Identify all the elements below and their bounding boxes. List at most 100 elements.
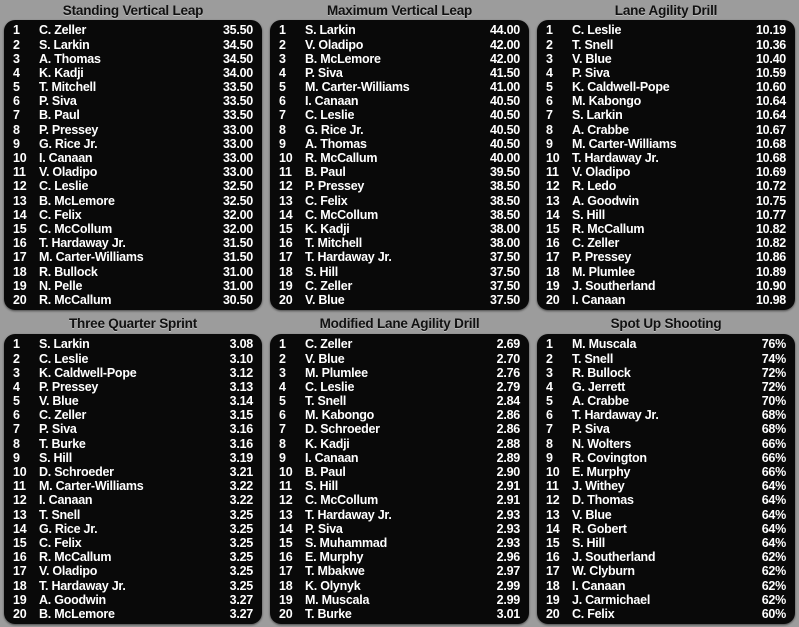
table-row: 2 C. Leslie 3.10	[13, 351, 253, 366]
rank-cell: 9	[546, 136, 553, 151]
player-name-cell: C. Zeller	[572, 236, 620, 251]
rank-cell: 16	[13, 236, 27, 251]
player-name-cell: I. Canaan	[305, 94, 359, 109]
player-name-cell: M. Carter-Williams	[39, 250, 144, 265]
result-value-cell: 72%	[761, 365, 787, 380]
player-name-cell: T. Hardaway Jr.	[39, 236, 126, 251]
result-value-cell: 10.82	[755, 221, 786, 236]
rank-cell: 18	[13, 264, 27, 279]
result-value-cell: 38.50	[489, 179, 520, 194]
table-row: 11 J. Withey 64%	[546, 479, 786, 493]
table-row: 9 I. Canaan 2.89	[279, 451, 520, 465]
result-value-cell: 33.00	[222, 122, 253, 137]
rank-cell: 9	[279, 136, 286, 151]
player-name-cell: T. Mitchell	[305, 236, 362, 251]
table-row: 11 V. Oladipo 33.00	[13, 165, 253, 179]
player-name-cell: R. Gobert	[572, 521, 627, 536]
table-row: 16 E. Murphy 2.96	[279, 550, 520, 564]
result-value-cell: 34.00	[222, 65, 253, 80]
result-value-cell: 2.69	[496, 337, 521, 352]
player-name-cell: J. Southerland	[572, 278, 656, 293]
rank-cell: 14	[279, 207, 293, 222]
leaderboard-panel: Lane Agility Drill 1 C. Leslie 10.19 2 T. Sne…	[533, 0, 799, 313]
rank-cell: 13	[279, 193, 293, 208]
player-name-cell: R. Bullock	[572, 365, 631, 380]
rank-cell: 18	[279, 578, 293, 593]
table-row: 12 R. Ledo 10.72	[546, 179, 786, 193]
player-name-cell: A. Goodwin	[39, 592, 106, 607]
player-name-cell: V. Blue	[305, 292, 345, 307]
rank-cell: 16	[279, 236, 293, 251]
player-name-cell: I. Canaan	[572, 578, 626, 593]
table-row: 17 P. Pressey 10.86	[546, 250, 786, 264]
table-row: 6 M. Kabongo 2.86	[279, 408, 520, 422]
result-value-cell: 2.84	[496, 394, 521, 409]
rank-cell: 12	[546, 179, 560, 194]
player-name-cell: C. Felix	[572, 606, 615, 621]
player-name-cell: B. Paul	[39, 108, 80, 123]
rank-cell: 4	[279, 379, 286, 394]
table-row: 13 T. Hardaway Jr. 2.93	[279, 508, 520, 522]
rank-cell: 4	[13, 379, 20, 394]
result-value-cell: 37.50	[489, 292, 520, 307]
result-value-cell: 38.50	[489, 207, 520, 222]
result-value-cell: 33.50	[222, 80, 253, 95]
rank-cell: 16	[279, 550, 293, 565]
result-value-cell: 76%	[761, 337, 787, 352]
table-row: 13 B. McLemore 32.50	[13, 194, 253, 208]
rank-cell: 20	[546, 292, 560, 307]
result-value-cell: 2.89	[496, 450, 521, 465]
player-name-cell: N. Wolters	[572, 436, 632, 451]
result-value-cell: 3.25	[229, 535, 254, 550]
result-value-cell: 3.27	[229, 592, 254, 607]
rank-cell: 14	[546, 207, 560, 222]
table-row: 5 V. Blue 3.14	[13, 394, 253, 408]
panel-title: Maximum Vertical Leap	[326, 3, 473, 18]
rank-cell: 15	[13, 221, 27, 236]
rank-cell: 5	[13, 394, 20, 409]
player-name-cell: V. Blue	[39, 394, 79, 409]
rank-cell: 9	[13, 450, 20, 465]
result-value-cell: 2.93	[496, 535, 521, 550]
rank-cell: 19	[546, 278, 560, 293]
player-name-cell: T. Hardaway Jr.	[572, 151, 659, 166]
result-value-cell: 3.25	[229, 564, 254, 579]
player-name-cell: C. Felix	[305, 193, 348, 208]
table-row: 17 W. Clyburn 62%	[546, 564, 786, 578]
result-value-cell: 33.00	[222, 151, 253, 166]
player-name-cell: M. Kabongo	[572, 94, 642, 109]
result-value-cell: 3.27	[229, 606, 254, 621]
rank-cell: 5	[279, 80, 286, 95]
table-row: 8 G. Rice Jr. 40.50	[279, 123, 520, 137]
table-row: 8 T. Burke 3.16	[13, 437, 253, 451]
rank-cell: 10	[279, 151, 293, 166]
table-row: 2 V. Blue 2.70	[279, 351, 520, 366]
result-value-cell: 3.25	[229, 550, 254, 565]
result-value-cell: 3.15	[229, 408, 254, 423]
table-row: 19 M. Muscala 2.99	[279, 593, 520, 607]
table-row: 13 A. Goodwin 10.75	[546, 194, 786, 208]
table-row: 3 A. Thomas 34.50	[13, 52, 253, 66]
table-row: 3 K. Caldwell-Pope 3.12	[13, 366, 253, 380]
player-name-cell: M. Carter-Williams	[305, 80, 410, 95]
rank-cell: 15	[279, 221, 293, 236]
result-value-cell: 2.99	[496, 578, 521, 593]
rank-cell: 14	[546, 521, 560, 536]
result-value-cell: 38.00	[489, 236, 520, 251]
result-value-cell: 10.36	[755, 37, 786, 52]
player-name-cell: P. Pressey	[39, 379, 99, 394]
player-name-cell: C. Felix	[39, 207, 82, 222]
panel-title: Standing Vertical Leap	[62, 3, 204, 18]
player-name-cell: V. Blue	[572, 51, 612, 66]
rank-cell: 17	[546, 564, 560, 579]
rank-cell: 14	[13, 521, 27, 536]
player-name-cell: A. Goodwin	[572, 193, 639, 208]
table-row: 12 D. Thomas 64%	[546, 493, 786, 507]
player-name-cell: M. Plumlee	[305, 365, 368, 380]
player-name-cell: S. Larkin	[39, 37, 90, 52]
player-name-cell: C. McCollum	[305, 493, 378, 508]
rank-cell: 4	[546, 65, 553, 80]
rank-cell: 20	[279, 292, 293, 307]
rank-cell: 8	[546, 122, 553, 137]
rank-cell: 6	[546, 408, 553, 423]
